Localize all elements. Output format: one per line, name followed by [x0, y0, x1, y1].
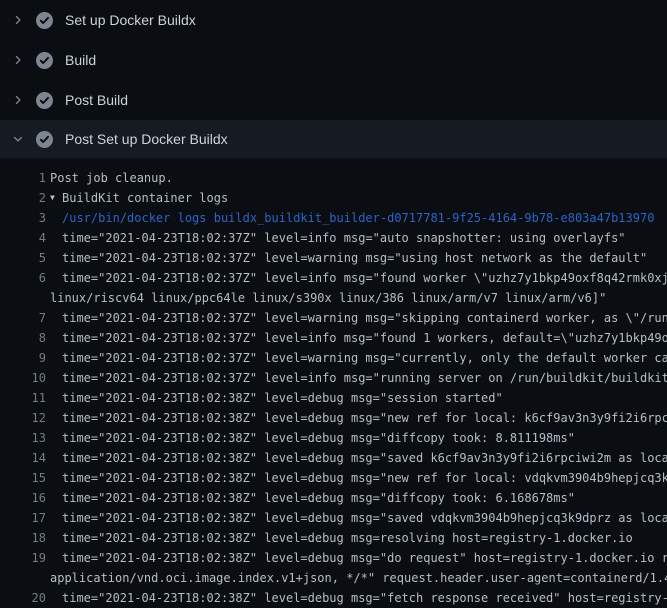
log-line-number[interactable]: 19 [0, 548, 46, 568]
log-line: 1Post job cleanup. [0, 168, 667, 188]
log-line-text: BuildKit container logs [62, 188, 228, 208]
log-line-number[interactable]: 10 [0, 368, 46, 388]
log-line: 15 time="2021-04-23T18:02:38Z" level=debu… [0, 468, 667, 488]
check-circle-icon [36, 52, 53, 69]
chevron-right-icon [10, 52, 26, 68]
log-line-text: time="2021-04-23T18:02:38Z" level=debug … [62, 388, 503, 408]
step-list: Set up Docker Buildx Build Post Build Post … [0, 0, 667, 158]
log-line-number[interactable]: 8 [0, 328, 46, 348]
log-line-number[interactable]: 3 [0, 208, 46, 228]
log-line-text: time="2021-04-23T18:02:38Z" level=debug … [62, 508, 667, 528]
log-command-line: 3/usr/bin/docker logs buildx_buildkit_bu… [0, 208, 667, 228]
log-line: 19 time="2021-04-23T18:02:38Z" level=debu… [0, 548, 667, 568]
log-line: 8 time="2021-04-23T18:02:37Z" level=info … [0, 328, 667, 348]
step-row-post-set-up-docker-buildx[interactable]: Post Set up Docker Buildx [0, 120, 667, 158]
step-label: Post Set up Docker Buildx [65, 131, 228, 147]
log-line-number[interactable]: 6 [0, 268, 46, 288]
log-line: 14 time="2021-04-23T18:02:38Z" level=debu… [0, 448, 667, 468]
log-line-number[interactable]: 18 [0, 528, 46, 548]
group-expanded-triangle-icon: ▼ [50, 188, 62, 208]
log-line: 17 time="2021-04-23T18:02:38Z" level=debu… [0, 508, 667, 528]
log-line: 7 time="2021-04-23T18:02:37Z" level=warni… [0, 308, 667, 328]
log-line-number[interactable]: 7 [0, 308, 46, 328]
step-row-set-up-docker-buildx[interactable]: Set up Docker Buildx [0, 0, 667, 40]
log-line-number[interactable]: 16 [0, 488, 46, 508]
log-line-text: Post job cleanup. [50, 168, 173, 188]
log-line-text: time="2021-04-23T18:02:38Z" level=debug … [62, 588, 667, 608]
log-line-number[interactable]: 5 [0, 248, 46, 268]
log-line: 20 time="2021-04-23T18:02:38Z" level=debu… [0, 588, 667, 608]
log-line-number[interactable]: 12 [0, 408, 46, 428]
step-row-post-build[interactable]: Post Build [0, 80, 667, 120]
log-line: 9 time="2021-04-23T18:02:37Z" level=warni… [0, 348, 667, 368]
log-line-text: time="2021-04-23T18:02:37Z" level=warnin… [62, 248, 647, 268]
log-line-text: time="2021-04-23T18:02:37Z" level=info m… [62, 368, 667, 388]
log-line: 11 time="2021-04-23T18:02:38Z" level=debu… [0, 388, 667, 408]
log-line-text: time="2021-04-23T18:02:37Z" level=warnin… [62, 348, 667, 368]
log-line-number[interactable]: 20 [0, 588, 46, 608]
log-line-text: application/vnd.oci.image.index.v1+json,… [50, 568, 667, 588]
step-label: Set up Docker Buildx [65, 12, 196, 28]
check-circle-icon [36, 131, 53, 148]
log-line-text: time="2021-04-23T18:02:37Z" level=info m… [62, 328, 667, 348]
log-line-number[interactable]: 13 [0, 428, 46, 448]
log-line-text: time="2021-04-23T18:02:38Z" level=debug … [62, 488, 575, 508]
check-circle-icon [36, 12, 53, 29]
log-line: application/vnd.oci.image.index.v1+json,… [0, 568, 667, 588]
log-group-toggle[interactable]: 2▼BuildKit container logs [0, 188, 667, 208]
log-line-number[interactable]: 15 [0, 468, 46, 488]
log-line-text: time="2021-04-23T18:02:38Z" level=debug … [62, 468, 667, 488]
log-line: 16 time="2021-04-23T18:02:38Z" level=debu… [0, 488, 667, 508]
log-line: 6 time="2021-04-23T18:02:37Z" level=info … [0, 268, 667, 288]
log-line-number[interactable]: 4 [0, 228, 46, 248]
log-line-text: /usr/bin/docker logs buildx_buildkit_bui… [62, 208, 654, 228]
log-line: 18 time="2021-04-23T18:02:38Z" level=debu… [0, 528, 667, 548]
chevron-right-icon [10, 92, 26, 108]
log-line-number[interactable]: 9 [0, 348, 46, 368]
log-line-text: time="2021-04-23T18:02:38Z" level=debug … [62, 528, 633, 548]
log-line: 12 time="2021-04-23T18:02:38Z" level=debu… [0, 408, 667, 428]
log-line-text: time="2021-04-23T18:02:38Z" level=debug … [62, 428, 575, 448]
log-line-text: time="2021-04-23T18:02:38Z" level=debug … [62, 448, 667, 468]
chevron-down-icon [10, 131, 26, 147]
log-line-number[interactable]: 14 [0, 448, 46, 468]
log-line-number[interactable]: 17 [0, 508, 46, 528]
check-circle-icon [36, 92, 53, 109]
step-row-build[interactable]: Build [0, 40, 667, 80]
log-line-text: time="2021-04-23T18:02:38Z" level=debug … [62, 548, 667, 568]
log-line: 5 time="2021-04-23T18:02:37Z" level=warni… [0, 248, 667, 268]
log-line-number[interactable]: 1 [0, 168, 46, 188]
log-line: 13 time="2021-04-23T18:02:38Z" level=debu… [0, 428, 667, 448]
step-label: Build [65, 52, 96, 68]
log-line-text: time="2021-04-23T18:02:38Z" level=debug … [62, 408, 667, 428]
log-line: 10 time="2021-04-23T18:02:37Z" level=info… [0, 368, 667, 388]
log-line-number[interactable]: 2 [0, 188, 46, 208]
log-viewer: 1Post job cleanup.2▼BuildKit container l… [0, 158, 667, 608]
chevron-right-icon [10, 12, 26, 28]
log-line-text: time="2021-04-23T18:02:37Z" level=info m… [62, 268, 667, 288]
log-line-text: time="2021-04-23T18:02:37Z" level=warnin… [62, 308, 667, 328]
step-label: Post Build [65, 92, 128, 108]
log-line-number[interactable]: 11 [0, 388, 46, 408]
log-line: 4 time="2021-04-23T18:02:37Z" level=info … [0, 228, 667, 248]
log-line-text: linux/riscv64 linux/ppc64le linux/s390x … [50, 288, 606, 308]
log-line-text: time="2021-04-23T18:02:37Z" level=info m… [62, 228, 626, 248]
log-line: linux/riscv64 linux/ppc64le linux/s390x … [0, 288, 667, 308]
